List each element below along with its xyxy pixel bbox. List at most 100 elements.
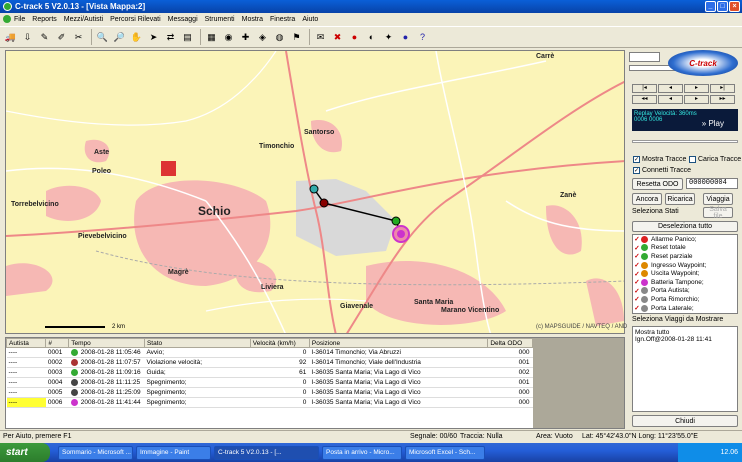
track-point[interactable] bbox=[319, 198, 329, 208]
menu-mezzi[interactable]: Mezzi/Autisti bbox=[64, 16, 103, 23]
odo-field[interactable]: 000000004 bbox=[686, 178, 738, 189]
close-button[interactable]: × bbox=[729, 1, 740, 12]
taskbar-item[interactable]: Posta in arrivo - Micro... bbox=[322, 445, 402, 460]
menu-messaggi[interactable]: Messaggi bbox=[168, 16, 198, 23]
satellite-icon[interactable]: ✦ bbox=[381, 30, 396, 45]
track-point-start[interactable] bbox=[309, 184, 319, 194]
stato-item[interactable]: ✓ Ingresso Waypoint; bbox=[633, 261, 737, 270]
viaggio-item[interactable]: Ign.Off@2008-01-28 11:41 bbox=[635, 336, 735, 343]
ricarica-button[interactable]: Ricarica bbox=[665, 193, 695, 205]
vehicle-icon[interactable]: 🚚 bbox=[3, 30, 18, 45]
menu-percorsi[interactable]: Percorsi Rilevati bbox=[110, 16, 161, 23]
table-row[interactable]: ---- 0004 2008-01-28 11:11:25 Spegnimento; 0… bbox=[6, 377, 533, 388]
forward-button[interactable]: ▸▸ bbox=[710, 95, 735, 104]
taskbar-item[interactable]: Immagine - Paint bbox=[136, 445, 211, 460]
zoom-in-icon[interactable]: 🔍 bbox=[95, 30, 110, 45]
tool-icon[interactable]: ✂ bbox=[71, 30, 86, 45]
table-row[interactable]: ---- 0001 2008-01-28 11:05:46 Avvio; 0 I-3601… bbox=[6, 347, 533, 358]
stato-item[interactable]: ✓ Reset totale bbox=[633, 244, 737, 253]
viaggia-button[interactable]: Viaggia bbox=[703, 193, 733, 205]
col-num[interactable]: # bbox=[45, 338, 70, 348]
target-icon[interactable]: ✚ bbox=[238, 30, 253, 45]
menu-finestra[interactable]: Finestra bbox=[270, 16, 295, 23]
ancora-button[interactable]: Ancora bbox=[632, 193, 662, 205]
table-row[interactable]: ---- 0006 2008-01-28 11:41:44 Spegnimento; 0… bbox=[6, 397, 533, 408]
stato-item[interactable]: ✓ Batteria Tampone; bbox=[633, 278, 737, 287]
pan-icon[interactable]: ✋ bbox=[129, 30, 144, 45]
pointer-icon[interactable]: ➤ bbox=[146, 30, 161, 45]
cell-stato: Guida; bbox=[144, 367, 251, 378]
message-icon[interactable]: ✉ bbox=[313, 30, 328, 45]
stato-item[interactable]: ✓ Reset parziale bbox=[633, 252, 737, 261]
step-fwd-button[interactable]: ▸ bbox=[684, 95, 709, 104]
taskbar-item[interactable]: Sommario - Microsoft ... bbox=[58, 445, 133, 460]
cell-delta-odo: 000 bbox=[487, 397, 533, 408]
start-button[interactable]: start bbox=[0, 443, 50, 462]
download-icon[interactable]: ⇩ bbox=[20, 30, 35, 45]
replay-progress[interactable] bbox=[632, 140, 738, 143]
taskbar-item[interactable]: Microsoft Excel - Sch... bbox=[405, 445, 485, 460]
map-icon[interactable]: ▦ bbox=[204, 30, 219, 45]
minimize-button[interactable]: _ bbox=[705, 1, 716, 12]
next-button[interactable]: ▸ bbox=[684, 84, 709, 93]
step-back-button[interactable]: ◂ bbox=[658, 95, 683, 104]
last-button[interactable]: ▸| bbox=[710, 84, 735, 93]
col-stato[interactable]: Stato bbox=[143, 338, 251, 348]
zoom-out-icon[interactable]: 🔎 bbox=[112, 30, 127, 45]
area-icon[interactable]: ◈ bbox=[255, 30, 270, 45]
play-button[interactable]: » Play bbox=[702, 119, 724, 128]
table-row[interactable]: ---- 0002 2008-01-28 11:07:57 Violazione ve… bbox=[6, 357, 533, 368]
taskbar-item[interactable]: C-track 5 V2.0.13 - [... bbox=[214, 445, 319, 460]
salva-button[interactable]: Salva file bbox=[703, 206, 733, 220]
stato-item[interactable]: ✓ Uscita Waypoint; bbox=[633, 269, 737, 278]
pen-icon[interactable]: ✎ bbox=[37, 30, 52, 45]
connetti-tracce-checkbox[interactable]: ✓ Connetti Tracce bbox=[633, 167, 691, 174]
menu-file[interactable]: File bbox=[14, 16, 25, 23]
info-icon[interactable]: ● bbox=[398, 30, 413, 45]
col-tempo[interactable]: Tempo bbox=[68, 338, 145, 348]
col-delta-odo[interactable]: Delta ODO bbox=[487, 338, 533, 348]
stati-list[interactable]: ✓ Allarme Panico; ✓ Reset totale ✓ Reset pa… bbox=[632, 234, 738, 314]
help-icon[interactable]: ? bbox=[415, 30, 430, 45]
menu-mostra[interactable]: Mostra bbox=[242, 16, 263, 23]
doc-icon[interactable] bbox=[3, 15, 11, 23]
resetta-odo-button[interactable]: Resetta ODO bbox=[632, 178, 683, 190]
map-view[interactable]: Schio Santorso Timonchio Aste Poleo Torr… bbox=[5, 50, 625, 334]
replay-display[interactable]: Replay Velocità: 360ms 0006 0006 » Play bbox=[632, 109, 738, 131]
prev-button[interactable]: ◂ bbox=[658, 84, 683, 93]
stato-item[interactable]: ✓ Porta Laterale; bbox=[633, 304, 737, 313]
first-button[interactable]: |◂ bbox=[632, 84, 657, 93]
viaggi-list[interactable]: Mostra tutto Ign.Off@2008-01-28 11:41 bbox=[632, 326, 738, 412]
track-point[interactable] bbox=[391, 216, 401, 226]
layers-icon[interactable]: ▤ bbox=[180, 30, 195, 45]
route-icon[interactable]: ⇄ bbox=[163, 30, 178, 45]
delete-icon[interactable]: ✖ bbox=[330, 30, 345, 45]
map-copyright: (c) MAPSGUIDE / NAVTEQ / AND bbox=[536, 324, 628, 330]
camera-icon[interactable]: ◐ bbox=[364, 30, 379, 45]
table-row[interactable]: ---- 0005 2008-01-28 11:25:09 Spegnimento; 0… bbox=[6, 387, 533, 398]
col-autista[interactable]: Autista bbox=[6, 338, 47, 348]
stato-item[interactable]: ✓ Porta Autista; bbox=[633, 287, 737, 296]
stato-item[interactable]: ✓ Porta Rimorchio; bbox=[633, 295, 737, 304]
events-table[interactable]: Autista # Tempo Stato Velocità (km/h) Po… bbox=[5, 337, 625, 429]
track-icon[interactable]: ◉ bbox=[221, 30, 236, 45]
menu-aiuto[interactable]: Aiuto bbox=[302, 16, 318, 23]
carica-tracce-checkbox[interactable]: Carica Tracce bbox=[689, 156, 741, 163]
globe-icon[interactable]: ◍ bbox=[272, 30, 287, 45]
col-velocita[interactable]: Velocità (km/h) bbox=[249, 338, 310, 348]
map-canvas[interactable] bbox=[6, 51, 625, 334]
flag-icon[interactable]: ⚑ bbox=[289, 30, 304, 45]
viaggio-item[interactable]: Mostra tutto bbox=[635, 329, 735, 336]
stato-item[interactable]: ✓ Allarme Panico; bbox=[633, 235, 737, 244]
deseleziona-button[interactable]: Deseleziona tutto bbox=[632, 221, 738, 232]
edit-icon[interactable]: ✐ bbox=[54, 30, 69, 45]
table-row[interactable]: ---- 0003 2008-01-28 11:09:16 Guida; 61 I-360… bbox=[6, 367, 533, 378]
menu-reports[interactable]: Reports bbox=[32, 16, 57, 23]
mostra-tracce-checkbox[interactable]: ✓ Mostra Tracce bbox=[633, 156, 686, 163]
col-posizione[interactable]: Posizione bbox=[308, 338, 489, 348]
stop-icon[interactable]: ● bbox=[347, 30, 362, 45]
menu-strumenti[interactable]: Strumenti bbox=[205, 16, 235, 23]
rewind-button[interactable]: ◂◂ bbox=[632, 95, 657, 104]
maximize-button[interactable]: □ bbox=[717, 1, 728, 12]
chiudi-button[interactable]: Chiudi bbox=[632, 415, 738, 427]
